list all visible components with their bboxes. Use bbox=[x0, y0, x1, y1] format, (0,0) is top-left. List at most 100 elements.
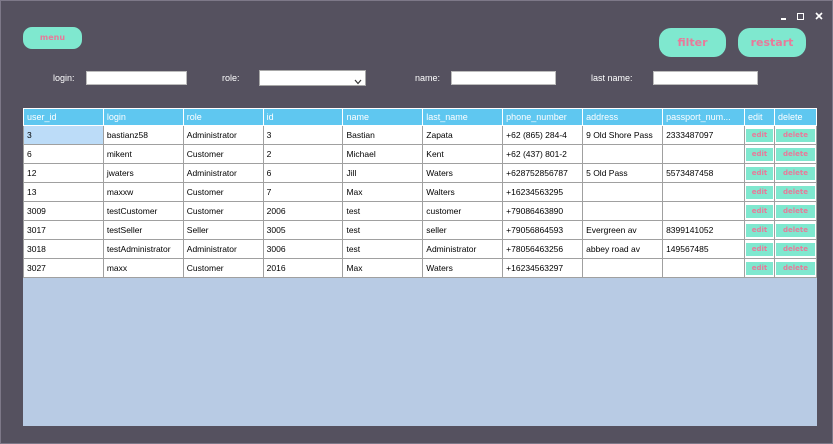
table-cell[interactable]: jwaters bbox=[102, 163, 184, 183]
table-cell[interactable]: Administrator bbox=[182, 163, 264, 183]
table-cell[interactable]: 5 Old Pass bbox=[582, 163, 664, 183]
column-header-8[interactable]: passport_num... bbox=[662, 108, 745, 126]
table-cell[interactable]: 12 bbox=[23, 163, 104, 183]
table-row[interactable]: 13 maxxw Customer 7 Max Walters +16234563295 ed… bbox=[23, 182, 817, 202]
delete-button[interactable]: delete bbox=[775, 223, 815, 237]
edit-button[interactable]: edit bbox=[746, 223, 773, 237]
edit-button[interactable]: edit bbox=[746, 166, 773, 180]
table-cell[interactable]: Zapata bbox=[422, 125, 504, 145]
minimize-icon[interactable] bbox=[777, 10, 791, 22]
close-icon[interactable] bbox=[812, 10, 826, 22]
edit-button[interactable]: edit bbox=[746, 185, 773, 199]
table-cell[interactable]: 5573487458 bbox=[662, 163, 745, 183]
delete-button[interactable]: delete bbox=[775, 128, 815, 142]
table-cell[interactable]: test bbox=[342, 201, 424, 221]
column-header-9[interactable]: edit bbox=[744, 108, 775, 126]
table-cell[interactable]: 7 bbox=[262, 182, 344, 202]
delete-button[interactable]: delete bbox=[775, 261, 815, 275]
table-cell[interactable] bbox=[662, 182, 745, 202]
table-cell[interactable] bbox=[582, 144, 664, 164]
delete-button[interactable]: delete bbox=[775, 185, 815, 199]
table-cell[interactable]: 3 bbox=[262, 125, 344, 145]
column-header-5[interactable]: last_name bbox=[422, 108, 504, 126]
table-cell[interactable]: +16234563297 bbox=[502, 258, 584, 278]
table-row[interactable]: 12 jwaters Administrator 6 Jill Waters +628752… bbox=[23, 163, 817, 183]
users-grid[interactable]: user_id login role id name last_name phone_num… bbox=[23, 108, 817, 426]
table-cell[interactable]: Max bbox=[342, 258, 424, 278]
table-cell[interactable]: +78056463256 bbox=[502, 239, 584, 259]
column-header-0[interactable]: user_id bbox=[23, 108, 104, 126]
last-name-input[interactable] bbox=[653, 71, 758, 85]
table-cell[interactable]: 6 bbox=[23, 144, 104, 164]
table-cell[interactable]: +16234563295 bbox=[502, 182, 584, 202]
table-cell[interactable]: seller bbox=[422, 220, 504, 240]
table-cell[interactable]: 9 Old Shore Pass bbox=[582, 125, 664, 145]
table-cell[interactable]: test bbox=[342, 220, 424, 240]
column-header-6[interactable]: phone_number bbox=[502, 108, 584, 126]
column-header-2[interactable]: role bbox=[182, 108, 264, 126]
table-cell[interactable]: Customer bbox=[182, 258, 264, 278]
table-cell[interactable]: Evergreen av bbox=[582, 220, 664, 240]
column-header-3[interactable]: id bbox=[262, 108, 344, 126]
table-cell[interactable]: Customer bbox=[182, 144, 264, 164]
edit-button[interactable]: edit bbox=[746, 261, 773, 275]
name-input[interactable] bbox=[451, 71, 556, 85]
table-cell[interactable]: 3009 bbox=[23, 201, 104, 221]
table-cell[interactable] bbox=[582, 258, 664, 278]
table-cell[interactable]: +79056864593 bbox=[502, 220, 584, 240]
table-cell[interactable]: Customer bbox=[182, 201, 264, 221]
table-row[interactable]: 3017 testSeller Seller 3005 test seller +79056… bbox=[23, 220, 817, 240]
table-cell[interactable]: 13 bbox=[23, 182, 104, 202]
table-cell[interactable]: +62 (865) 284-4 bbox=[502, 125, 584, 145]
table-cell[interactable]: Administrator bbox=[182, 125, 264, 145]
column-header-1[interactable]: login bbox=[102, 108, 184, 126]
table-cell[interactable]: testSeller bbox=[102, 220, 184, 240]
delete-button[interactable]: delete bbox=[775, 147, 815, 161]
table-cell[interactable]: +62 (437) 801-2 bbox=[502, 144, 584, 164]
edit-button[interactable]: edit bbox=[746, 128, 773, 142]
delete-button[interactable]: delete bbox=[775, 204, 815, 218]
table-cell[interactable]: 3005 bbox=[262, 220, 344, 240]
menu-button[interactable]: menu bbox=[23, 27, 82, 49]
table-cell[interactable]: 3027 bbox=[23, 258, 104, 278]
table-cell[interactable]: 149567485 bbox=[662, 239, 745, 259]
filter-button[interactable]: filter bbox=[659, 28, 726, 57]
login-input[interactable] bbox=[86, 71, 187, 85]
delete-button[interactable]: delete bbox=[775, 242, 815, 256]
column-header-4[interactable]: name bbox=[342, 108, 424, 126]
table-cell[interactable]: testCustomer bbox=[102, 201, 184, 221]
edit-button[interactable]: edit bbox=[746, 204, 773, 218]
table-cell[interactable]: Waters bbox=[422, 258, 504, 278]
table-cell[interactable]: testAdministrator bbox=[102, 239, 184, 259]
table-cell[interactable]: test bbox=[342, 239, 424, 259]
table-cell[interactable]: 3006 bbox=[262, 239, 344, 259]
table-cell[interactable]: Seller bbox=[182, 220, 264, 240]
table-cell[interactable]: 2333487097 bbox=[662, 125, 745, 145]
table-cell[interactable]: +79086463890 bbox=[502, 201, 584, 221]
role-select[interactable] bbox=[259, 70, 366, 86]
table-cell[interactable]: 6 bbox=[262, 163, 344, 183]
table-cell[interactable]: Max bbox=[342, 182, 424, 202]
edit-button[interactable]: edit bbox=[746, 147, 773, 161]
table-cell[interactable]: Jill bbox=[342, 163, 424, 183]
table-cell[interactable] bbox=[662, 144, 745, 164]
table-cell[interactable]: Michael bbox=[342, 144, 424, 164]
table-cell[interactable]: mikent bbox=[102, 144, 184, 164]
table-cell[interactable]: 2016 bbox=[262, 258, 344, 278]
table-row[interactable]: 3027 maxx Customer 2016 Max Waters +1623456329… bbox=[23, 258, 817, 278]
table-cell[interactable]: Bastian bbox=[342, 125, 424, 145]
table-row[interactable]: 3009 testCustomer Customer 2006 test customer… bbox=[23, 201, 817, 221]
table-cell[interactable] bbox=[662, 201, 745, 221]
table-cell[interactable]: 2 bbox=[262, 144, 344, 164]
table-cell[interactable] bbox=[582, 182, 664, 202]
table-cell[interactable]: Customer bbox=[182, 182, 264, 202]
table-row[interactable]: 3018 testAdministrator Administrator 3006 te… bbox=[23, 239, 817, 259]
table-cell[interactable] bbox=[582, 201, 664, 221]
table-cell[interactable]: 3018 bbox=[23, 239, 104, 259]
table-cell[interactable]: Administrator bbox=[422, 239, 504, 259]
restart-button[interactable]: restart bbox=[738, 28, 806, 57]
column-header-7[interactable]: address bbox=[582, 108, 664, 126]
delete-button[interactable]: delete bbox=[775, 166, 815, 180]
table-cell[interactable]: Administrator bbox=[182, 239, 264, 259]
table-cell[interactable] bbox=[662, 258, 745, 278]
